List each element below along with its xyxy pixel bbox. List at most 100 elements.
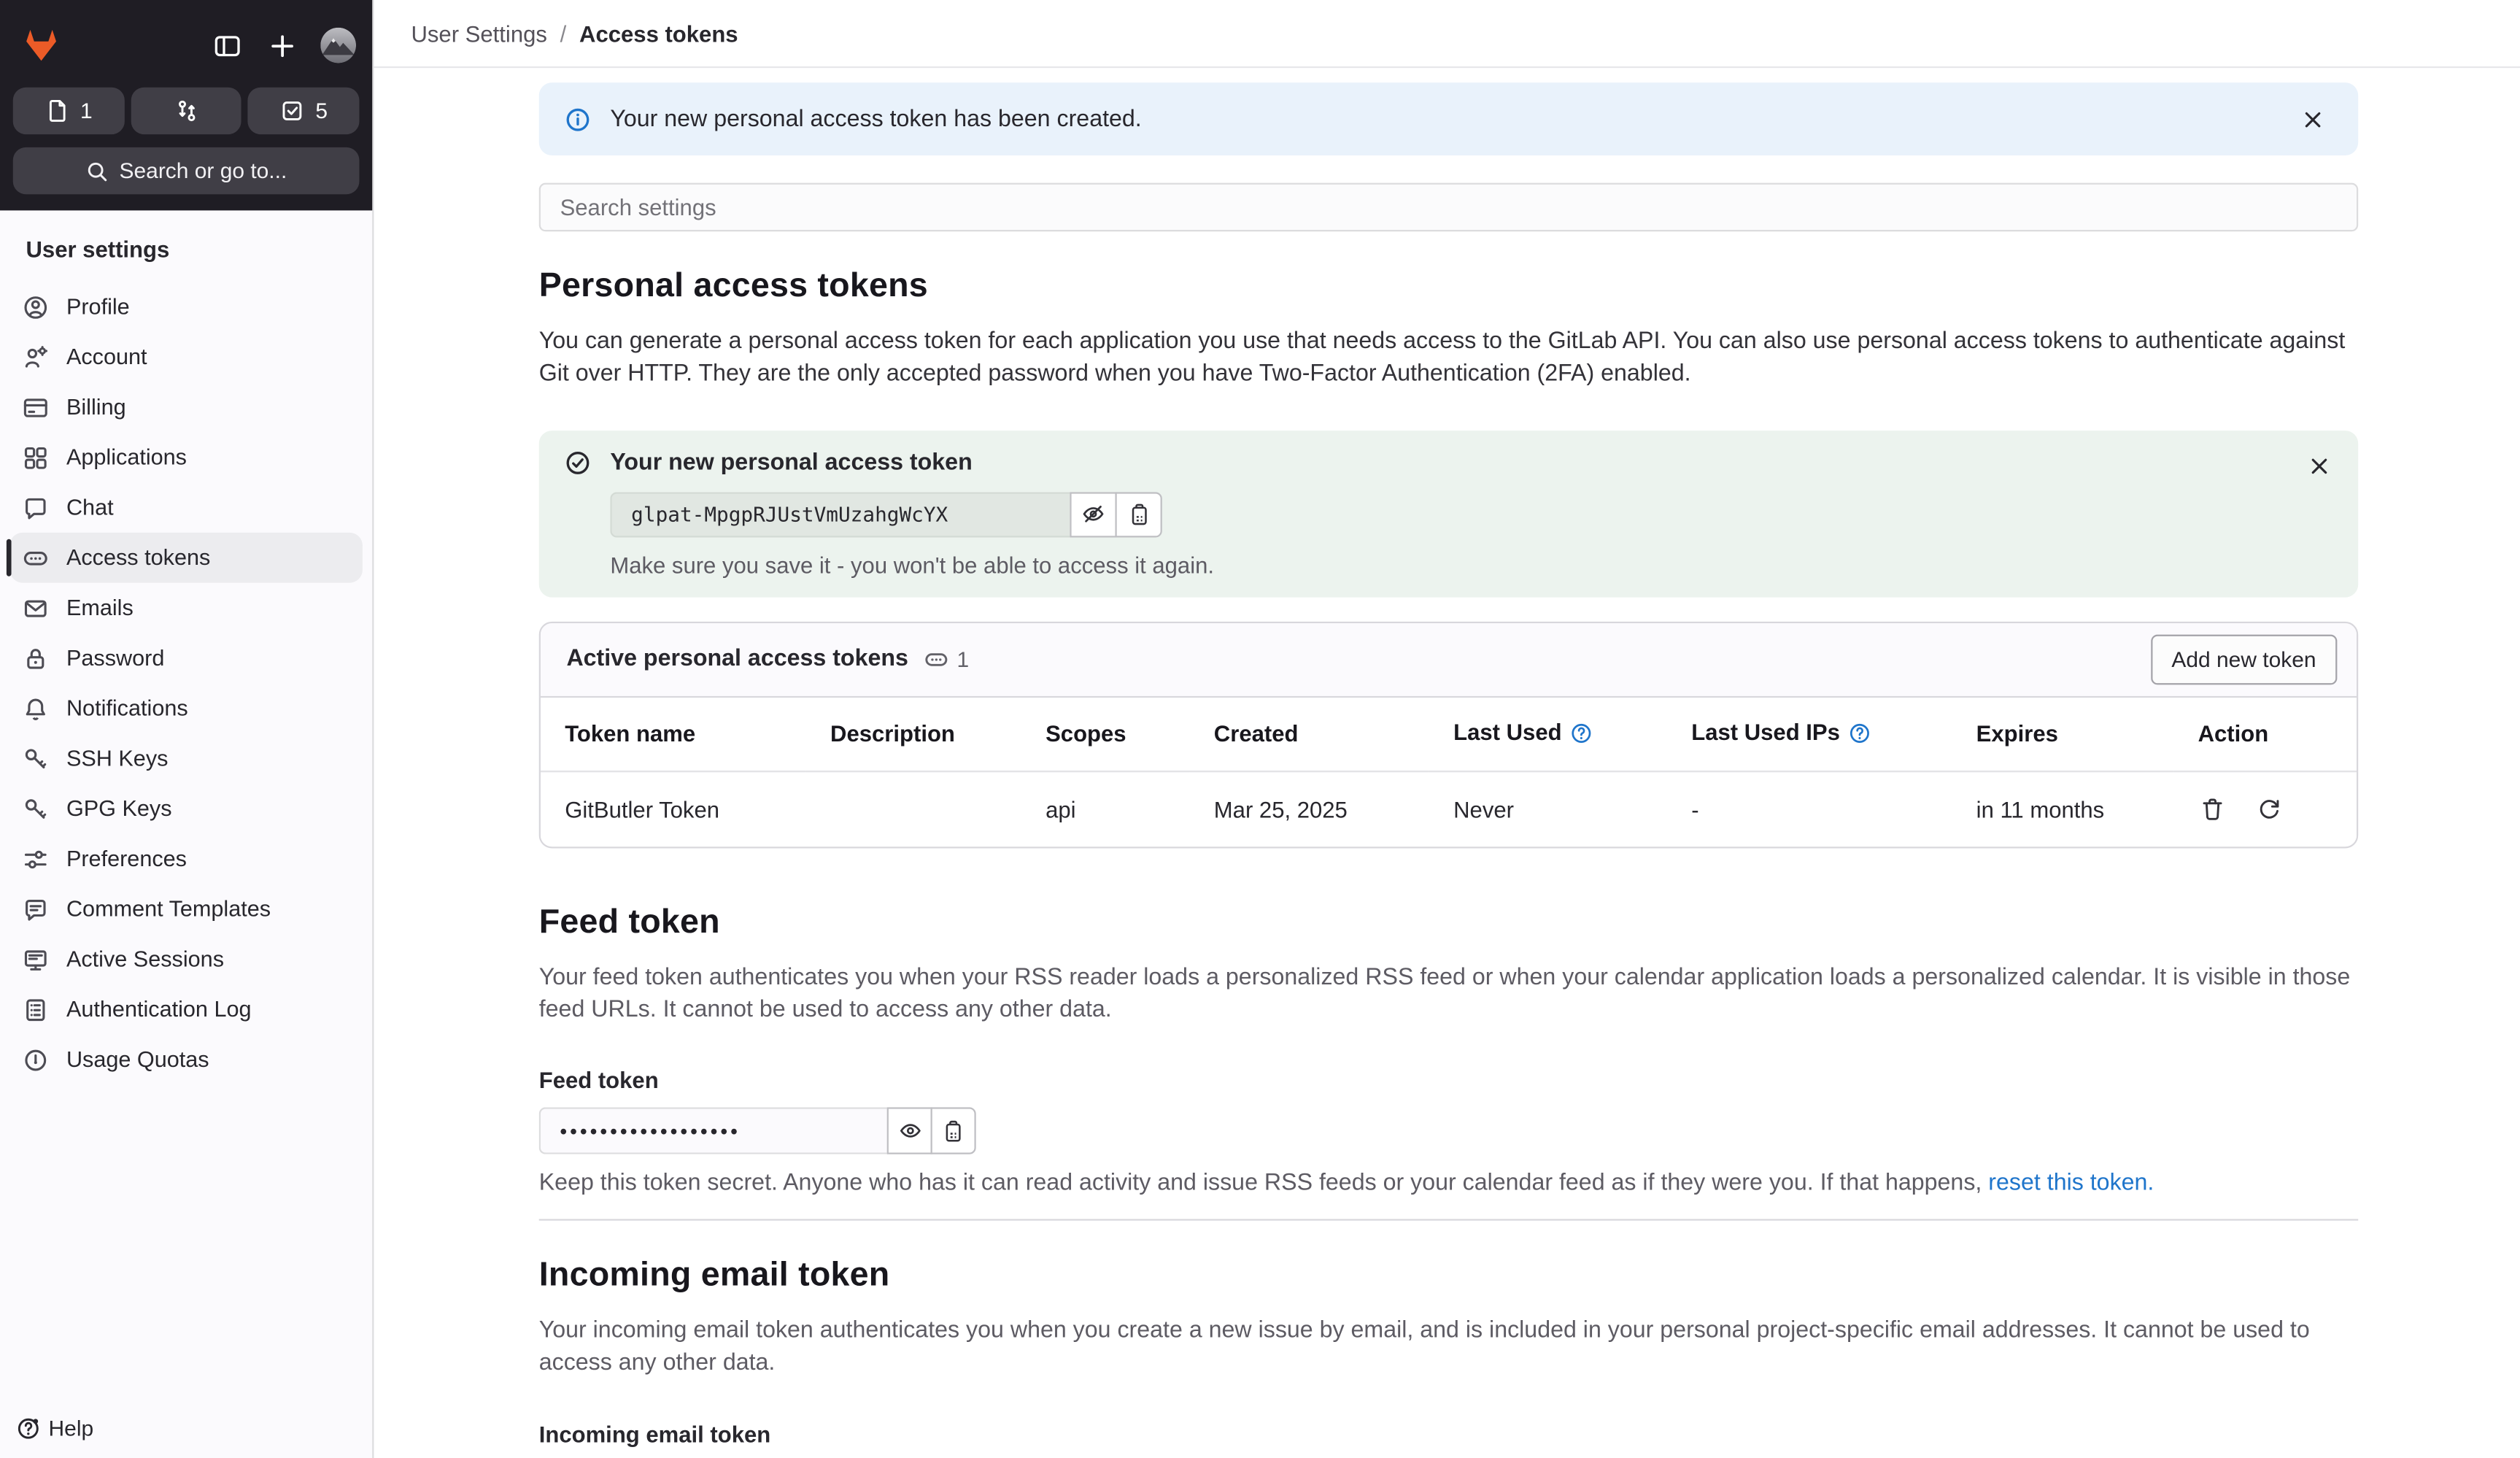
settings-content: Your new personal access token has been … — [538, 68, 2359, 1458]
col-expires: Expires — [1952, 697, 2174, 772]
new-token-alert-close-button[interactable] — [2300, 446, 2338, 485]
check-circle-icon — [565, 450, 590, 475]
sidebar-item-active-sessions[interactable]: Active Sessions — [9, 934, 363, 984]
token-icon — [23, 544, 48, 570]
key-icon — [23, 746, 48, 771]
profile-icon — [23, 294, 48, 320]
col-description: Description — [805, 697, 1021, 772]
help-icon — [16, 1416, 40, 1440]
sidebar-item-authentication-log[interactable]: Authentication Log — [9, 984, 363, 1035]
copy-feed-token-button[interactable] — [930, 1107, 976, 1155]
add-new-token-button[interactable]: Add new token — [2150, 633, 2338, 684]
grid-icon — [23, 444, 48, 470]
sidebar-item-preferences[interactable]: Preferences — [9, 833, 363, 884]
sidebar-item-comment-templates[interactable]: Comment Templates — [9, 884, 363, 934]
todos-count-button[interactable]: 5 — [248, 87, 360, 135]
sidebar-item-profile[interactable]: Profile — [9, 282, 363, 332]
copy-icon — [1131, 503, 1146, 525]
feed-token-group: •••••••••••••••••• — [538, 1107, 2358, 1155]
feed-token-label: Feed token — [538, 1067, 659, 1093]
last-used-help-icon[interactable] — [1570, 722, 1593, 749]
cell-last-used: Never — [1453, 795, 1515, 822]
main-area: User Settings / Access tokens Your new p… — [374, 0, 2520, 1458]
table-row: GitButler Token api Mar 25, 2025 Never -… — [541, 771, 2357, 846]
close-icon — [2305, 111, 2321, 127]
token-icon — [925, 652, 948, 666]
new-plus-icon[interactable] — [262, 26, 301, 64]
reveal-feed-token-button[interactable] — [886, 1107, 932, 1155]
gauge-icon — [23, 1046, 48, 1072]
sidebar-item-emails[interactable]: Emails — [9, 583, 363, 633]
col-last-used: Last Used — [1429, 697, 1667, 772]
new-token-value[interactable]: glpat-MpgpRJUstVmUzahgWcYX — [610, 491, 1072, 537]
envelope-icon — [23, 595, 48, 620]
sidebar-menu: User settings Profile Account Billing Ap… — [0, 210, 372, 1397]
sidebar-item-ssh-keys[interactable]: SSH Keys — [9, 733, 363, 784]
sidebar-section-title: User settings — [26, 236, 170, 263]
help-label: Help — [48, 1415, 94, 1440]
sidebar-item-chat[interactable]: Chat — [9, 482, 363, 533]
todos-count: 5 — [315, 99, 328, 123]
copy-token-button[interactable] — [1115, 491, 1162, 537]
sliders-icon — [23, 846, 48, 871]
lock-icon — [23, 645, 48, 671]
sidebar-item-access-tokens[interactable]: Access tokens — [6, 532, 363, 583]
cell-description — [806, 771, 1021, 846]
active-tokens-card: Active personal access tokens 1 Add new … — [538, 620, 2359, 848]
sidebar-item-usage-quotas[interactable]: Usage Quotas — [9, 1035, 363, 1085]
new-token-alert-title: Your new personal access token — [610, 449, 973, 476]
active-tokens-title: Active personal access tokens — [566, 646, 908, 672]
sidebar: 1 5 Search or go to... User settings Pro… — [0, 0, 374, 1458]
sidebar-toggle-icon[interactable] — [207, 26, 246, 64]
cell-last-used-ips: - — [1691, 795, 1699, 822]
last-used-ips-help-icon[interactable] — [1848, 722, 1871, 749]
avatar[interactable] — [320, 27, 357, 63]
active-tokens-count-badge: 1 — [924, 647, 969, 671]
section-divider — [538, 1219, 2359, 1222]
merge-requests-button[interactable] — [130, 87, 242, 135]
sidebar-item-applications[interactable]: Applications — [9, 432, 363, 482]
sidebar-item-notifications[interactable]: Notifications — [9, 683, 363, 733]
sidebar-item-account[interactable]: Account — [9, 332, 363, 382]
tokens-table: Token name Description Scopes Created La… — [540, 697, 2357, 846]
credit-card-icon — [23, 394, 48, 420]
issues-count-button[interactable]: 1 — [12, 87, 125, 135]
personal-access-tokens-title: Personal access tokens — [538, 267, 928, 305]
alert-close-button[interactable] — [2293, 99, 2332, 138]
col-created: Created — [1189, 697, 1429, 772]
hide-token-button[interactable] — [1070, 491, 1117, 537]
sidebar-item-billing[interactable]: Billing — [9, 382, 363, 433]
incoming-email-token-description: Your incoming email token authenticates … — [538, 1318, 2310, 1377]
close-icon — [2311, 458, 2327, 474]
comment-lines-icon — [23, 896, 48, 922]
active-tokens-header: Active personal access tokens 1 Add new … — [540, 622, 2357, 698]
chat-bubble-icon — [23, 495, 48, 520]
rotate-token-button[interactable] — [2254, 794, 2284, 823]
info-icon — [565, 106, 590, 131]
revoke-token-button[interactable] — [2198, 794, 2227, 823]
help-button[interactable]: Help — [0, 1397, 372, 1458]
new-token-alert: Your new personal access token glpat-Mpg… — [538, 430, 2359, 597]
breadcrumb-access-tokens: Access tokens — [579, 20, 738, 47]
search-or-go-to-button[interactable]: Search or go to... — [12, 147, 360, 195]
copy-icon — [946, 1120, 961, 1141]
gitlab-logo-icon[interactable] — [21, 26, 61, 64]
eye-icon — [899, 1124, 920, 1138]
feed-token-title: Feed token — [538, 902, 720, 940]
incoming-email-token-label: Incoming email token — [538, 1421, 771, 1447]
sidebar-item-password[interactable]: Password — [9, 633, 363, 683]
breadcrumb-user-settings[interactable]: User Settings — [411, 20, 546, 46]
search-icon — [88, 161, 107, 181]
reset-feed-token-link[interactable]: reset this token. — [1988, 1170, 2154, 1196]
alert-text: Your new personal access token has been … — [610, 106, 1142, 132]
token-created-alert: Your new personal access token has been … — [538, 82, 2359, 155]
active-tokens-count: 1 — [956, 647, 970, 671]
issues-count: 1 — [80, 99, 93, 123]
key-icon — [23, 795, 48, 821]
sidebar-item-gpg-keys[interactable]: GPG Keys — [9, 784, 363, 834]
col-scopes: Scopes — [1021, 697, 1190, 772]
search-settings-input[interactable] — [538, 182, 2359, 232]
breadcrumb-separator: / — [560, 20, 567, 47]
feed-token-masked-input[interactable]: •••••••••••••••••• — [538, 1107, 889, 1155]
col-action: Action — [2173, 697, 2357, 772]
